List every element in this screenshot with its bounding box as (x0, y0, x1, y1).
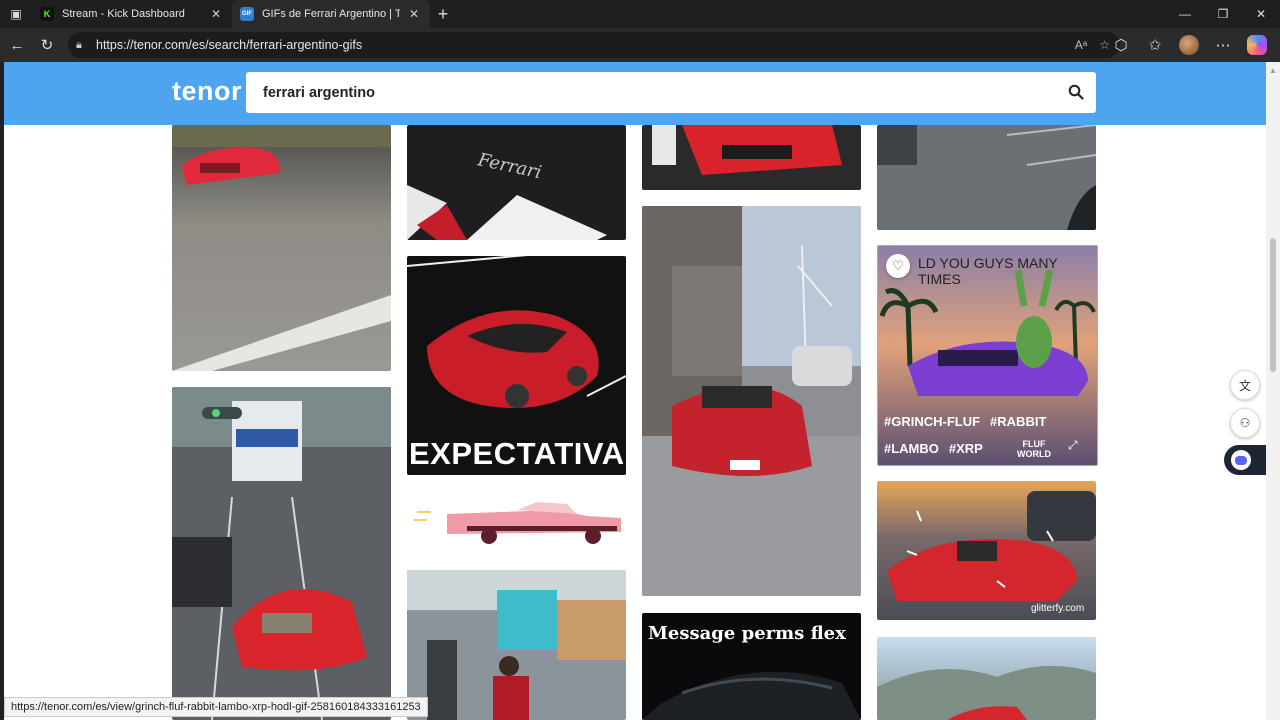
browser-titlebar: ▣ K Stream - Kick Dashboard ✕ GIF GIFs d… (0, 0, 1280, 28)
discord-button[interactable] (1224, 445, 1266, 475)
tab-kick[interactable]: K Stream - Kick Dashboard ✕ (32, 0, 232, 28)
tab-tenor[interactable]: GIF GIFs de Ferrari Argentino | Tenor ✕ (232, 0, 430, 28)
gif-retro-car-image (413, 502, 621, 544)
gif-glitter-ferrari-image (887, 491, 1096, 601)
gif-expectativa[interactable]: EXPECTATIVA (407, 256, 626, 475)
read-aloud-icon[interactable]: Aᵃ (1075, 38, 1087, 52)
gif-ferrari-road[interactable] (172, 125, 391, 371)
gif-kid-ferrari-image (407, 570, 626, 720)
favorite-heart-icon[interactable]: ♡ (886, 254, 910, 278)
tab-close-icon[interactable]: ✕ (406, 7, 422, 21)
back-icon[interactable]: ← (2, 30, 32, 60)
expand-icon[interactable]: ⤢ (1068, 438, 1078, 453)
page-scrollbar[interactable]: ▲ (1266, 62, 1280, 720)
gif-ferrari-street[interactable] (642, 206, 861, 596)
gif-ferrari-logo-image: Ferrari (407, 149, 607, 240)
glitterfy-watermark: glitterfy.com (1031, 603, 1085, 614)
close-window-icon[interactable]: ✕ (1242, 0, 1280, 28)
gif-car-road[interactable] (877, 125, 1096, 230)
kick-favicon-icon: K (40, 7, 54, 21)
gif-tags-row-2: #LAMBO #XRP (884, 441, 983, 456)
address-url[interactable]: https://tenor.com/es/search/ferrari-arge… (96, 38, 362, 52)
gif-ferrari-mountain-image (877, 665, 1096, 720)
tenor-header: tenor (4, 62, 1266, 125)
gif-ferrari-front-image (652, 125, 842, 175)
search-input[interactable] (263, 84, 1023, 101)
gif-ferrari-front[interactable] (642, 125, 861, 190)
tenor-favicon-icon: GIF (240, 7, 254, 21)
gif-ferrari-traffic-image (172, 387, 391, 720)
gif-ferrari-logo[interactable]: Ferrari (407, 125, 626, 240)
gif-overlay-text: EXPECTATIVA (409, 436, 625, 471)
svg-text:Ferrari: Ferrari (475, 149, 543, 183)
scroll-thumb[interactable] (1270, 238, 1276, 372)
refresh-icon[interactable]: ↻ (32, 30, 62, 60)
gif-ferrari-traffic[interactable] (172, 387, 391, 720)
gif-retro-car[interactable] (407, 492, 626, 554)
gif-tags-row-1: #GRINCH-FLUF #RABBIT (884, 414, 1046, 429)
status-bar-url: https://tenor.com/es/view/grinch-fluf-ra… (4, 697, 428, 717)
maximize-icon[interactable]: ❐ (1204, 0, 1242, 28)
profile-avatar[interactable] (1174, 30, 1204, 60)
tag-link[interactable]: #GRINCH-FLUF (884, 414, 980, 429)
gif-ferrari-road-image (172, 125, 391, 371)
gif-ferrari-mountain[interactable] (877, 637, 1096, 720)
translate-icon[interactable]: 文 (1230, 370, 1260, 400)
extensions-icon[interactable]: ⬡ (1106, 30, 1136, 60)
copilot-icon[interactable] (1242, 30, 1272, 60)
gif-grinch-fluf-rabbit[interactable]: LD YOU GUYS MANY TIMES ♡ #GRINCH-FLUF #R… (877, 245, 1098, 466)
gif-ferrari-street-image (642, 206, 861, 596)
window-controls: — ❐ ✕ (1166, 0, 1280, 28)
fluf-world-watermark: FLUF WORLD (1017, 439, 1051, 459)
address-bar[interactable]: 🔒︎ https://tenor.com/es/search/ferrari-a… (68, 32, 1120, 58)
gif-apps-icon[interactable]: ⚇ (1230, 408, 1260, 438)
gif-overlay-text: Message perms flex (648, 623, 846, 644)
gif-kid-ferrari[interactable] (407, 570, 626, 720)
tab-actions-icon[interactable]: ▣ (0, 0, 32, 28)
site-info-icon[interactable]: 🔒︎ (76, 39, 96, 52)
scroll-up-icon[interactable]: ▲ (1269, 66, 1277, 75)
search-bar[interactable] (246, 72, 1096, 113)
discord-icon (1231, 450, 1251, 470)
gif-caption-text: LD YOU GUYS MANY TIMES (918, 255, 1058, 287)
gif-car-road-image (877, 125, 1096, 230)
gif-message-perms-flex[interactable]: Message perms flex (642, 613, 861, 720)
tag-link[interactable]: #XRP (949, 441, 983, 456)
favorites-icon[interactable]: ✩ (1140, 30, 1170, 60)
browser-toolbar: ← ↻ 🔒︎ https://tenor.com/es/search/ferra… (0, 28, 1280, 62)
search-icon[interactable] (1068, 84, 1084, 100)
tag-link[interactable]: #LAMBO (884, 441, 939, 456)
tab-title: GIFs de Ferrari Argentino | Tenor (262, 8, 400, 20)
tag-link[interactable]: #RABBIT (990, 414, 1046, 429)
tab-title: Stream - Kick Dashboard (62, 8, 185, 20)
gif-glitter-ferrari[interactable]: glitterfy.com (877, 481, 1096, 620)
tenor-page: Ferrari EXPECTATIVA Message perms flex L… (4, 62, 1266, 720)
new-tab-button[interactable]: + (430, 0, 456, 28)
more-menu-icon[interactable]: ⋯ (1208, 30, 1238, 60)
tenor-logo[interactable]: tenor (172, 76, 242, 107)
tab-close-icon[interactable]: ✕ (208, 7, 224, 21)
minimize-icon[interactable]: — (1166, 0, 1204, 28)
